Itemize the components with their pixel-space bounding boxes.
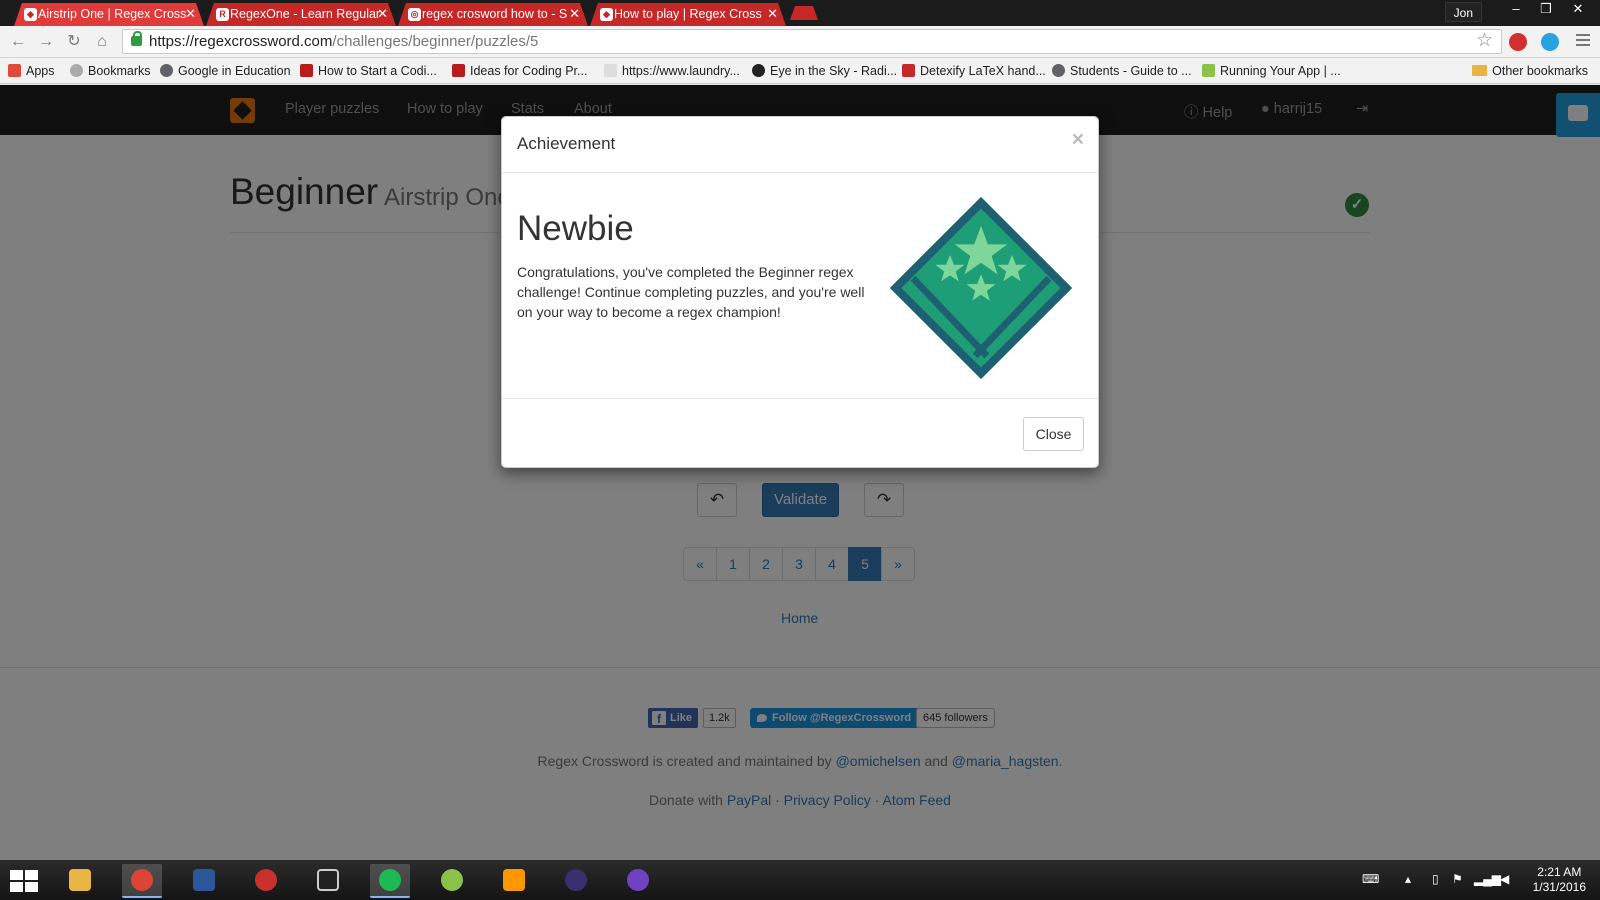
show-hidden-icons-icon[interactable]: ▴ bbox=[1405, 872, 1411, 886]
bookmark-other[interactable]: Other bookmarks bbox=[1472, 63, 1588, 79]
snipping-tool-icon[interactable] bbox=[246, 864, 286, 898]
clock-time: 2:21 AM bbox=[1537, 865, 1582, 879]
tab-title: Airstrip One | Regex Cross bbox=[38, 7, 187, 21]
wifi-signal-icon[interactable]: ▂▄▆ bbox=[1474, 872, 1501, 886]
bookmark-label: https://www.laundry... bbox=[622, 64, 740, 78]
back-icon[interactable]: ← bbox=[8, 32, 28, 52]
bookmark-label: Apps bbox=[26, 64, 55, 78]
home-icon[interactable]: ⌂ bbox=[92, 32, 112, 52]
forward-icon[interactable]: → bbox=[36, 32, 56, 52]
modal-header: Achievement × bbox=[502, 117, 1098, 173]
bookmark-eye-in-sky[interactable]: Eye in the Sky - Radi... bbox=[752, 63, 897, 79]
close-tab-icon[interactable]: ✕ bbox=[767, 3, 778, 25]
windows-start-icon[interactable] bbox=[10, 870, 38, 892]
bookmark-label: Bookmarks bbox=[88, 64, 151, 78]
lock-icon bbox=[131, 31, 142, 46]
close-tab-icon[interactable]: ✕ bbox=[377, 3, 388, 25]
file-explorer-icon[interactable] bbox=[60, 864, 100, 898]
regex-crossword-favicon: ◆ bbox=[24, 8, 37, 21]
minimize-icon[interactable]: – bbox=[1502, 0, 1530, 20]
bookmark-bookmarks[interactable]: Bookmarks bbox=[70, 63, 151, 79]
chrome-icon[interactable] bbox=[122, 864, 162, 898]
bookmark-label: How to Start a Codi... bbox=[318, 64, 437, 78]
bookmark-ideas-coding[interactable]: Ideas for Coding Pr... bbox=[452, 63, 587, 79]
bookmark-apps[interactable]: Apps bbox=[8, 63, 55, 79]
eclipse-icon[interactable] bbox=[556, 864, 596, 898]
site-icon bbox=[452, 64, 465, 77]
google-icon bbox=[1052, 64, 1065, 77]
spotify-icon[interactable] bbox=[370, 864, 410, 898]
achievement-modal: Achievement × Newbie Congratulations, yo… bbox=[501, 116, 1099, 468]
word-icon[interactable] bbox=[184, 864, 224, 898]
bookmark-label: Other bookmarks bbox=[1492, 64, 1588, 78]
address-bar[interactable]: https://regexcrossword.com/challenges/be… bbox=[122, 29, 1502, 54]
extension-icon[interactable] bbox=[1509, 33, 1527, 51]
restore-icon[interactable]: ❐ bbox=[1532, 0, 1560, 20]
site-icon bbox=[300, 64, 313, 77]
clock-date: 1/31/2016 bbox=[1532, 880, 1586, 894]
android-studio-icon[interactable] bbox=[432, 864, 472, 898]
modal-title: Achievement bbox=[517, 134, 616, 153]
terminal-icon[interactable] bbox=[308, 864, 348, 898]
browser-tab-how-to-play[interactable]: ◆ How to play | Regex Cross ✕ bbox=[590, 3, 786, 26]
tab-title: RegexOne - Learn Regular bbox=[230, 7, 381, 21]
bookmark-star-icon[interactable]: ☆ bbox=[1476, 29, 1493, 52]
site-icon bbox=[902, 64, 915, 77]
android-icon bbox=[1202, 64, 1215, 77]
system-clock[interactable]: 2:21 AM 1/31/2016 bbox=[1533, 865, 1586, 895]
bookmark-students[interactable]: Students - Guide to ... bbox=[1052, 63, 1192, 79]
close-tab-icon[interactable]: ✕ bbox=[185, 3, 196, 25]
bookmark-label: Students - Guide to ... bbox=[1070, 64, 1192, 78]
apps-grid-icon bbox=[8, 64, 21, 77]
battery-icon[interactable]: ▯ bbox=[1432, 872, 1439, 886]
bookmark-label: Eye in the Sky - Radi... bbox=[770, 64, 898, 78]
achievement-name: Newbie bbox=[517, 209, 634, 248]
modal-body: Newbie Congratulations, you've completed… bbox=[502, 173, 1098, 399]
browser-tab-search[interactable]: ◎ regex crosword how to - S ✕ bbox=[398, 3, 588, 26]
windows-taskbar: ⌨ ▴ ▯ ⚑ ▂▄▆ ◀ 2:21 AM 1/31/2016 bbox=[0, 860, 1600, 900]
achievement-description: Congratulations, you've completed the Be… bbox=[517, 264, 865, 320]
bookmark-google-education[interactable]: Google in Education bbox=[160, 63, 291, 79]
close-window-icon[interactable]: ✕ bbox=[1564, 0, 1592, 20]
new-tab-button[interactable] bbox=[790, 6, 818, 20]
search-favicon: ◎ bbox=[408, 8, 421, 21]
bookmark-label: Google in Education bbox=[178, 64, 291, 78]
bookmark-running-app[interactable]: Running Your App | ... bbox=[1202, 63, 1341, 79]
github-desktop-icon[interactable] bbox=[618, 864, 658, 898]
close-tab-icon[interactable]: ✕ bbox=[569, 3, 580, 25]
star-icon bbox=[70, 64, 83, 77]
site-icon bbox=[752, 64, 765, 77]
reload-icon[interactable]: ↻ bbox=[64, 32, 84, 52]
close-button[interactable]: Close bbox=[1023, 417, 1084, 451]
browser-tabstrip: ◆ Airstrip One | Regex Cross ✕ R RegexOn… bbox=[0, 0, 1600, 26]
menu-icon[interactable] bbox=[1576, 34, 1590, 49]
google-icon bbox=[160, 64, 173, 77]
action-center-icon[interactable]: ⚑ bbox=[1452, 872, 1463, 886]
close-icon[interactable]: × bbox=[1072, 128, 1084, 152]
volume-icon[interactable]: ◀ bbox=[1500, 872, 1509, 886]
tab-title: regex crosword how to - S bbox=[422, 7, 568, 21]
bookmark-laundry[interactable]: https://www.laundry... bbox=[604, 63, 740, 79]
bookmark-detexify[interactable]: Detexify LaTeX hand... bbox=[902, 63, 1046, 79]
bookmark-how-to-start[interactable]: How to Start a Codi... bbox=[300, 63, 437, 79]
extension-icon[interactable] bbox=[1541, 33, 1559, 51]
browser-toolbar: ← → ↻ ⌂ https://regexcrossword.com/chall… bbox=[0, 26, 1600, 58]
browser-tab-airstrip-one[interactable]: ◆ Airstrip One | Regex Cross ✕ bbox=[14, 3, 204, 26]
newbie-badge-icon bbox=[889, 196, 1073, 380]
url-path: /challenges/beginner/puzzles/5 bbox=[332, 33, 539, 50]
bookmarks-bar: Apps Bookmarks Google in Education How t… bbox=[0, 58, 1600, 84]
url-host: https://regexcrossword.com bbox=[149, 33, 333, 50]
bookmark-label: Detexify LaTeX hand... bbox=[920, 64, 1046, 78]
browser-tab-regexone[interactable]: R RegexOne - Learn Regular ✕ bbox=[206, 3, 396, 26]
regexone-favicon: R bbox=[216, 8, 229, 21]
keyboard-icon[interactable]: ⌨ bbox=[1362, 872, 1379, 886]
profile-button[interactable]: Jon bbox=[1444, 2, 1482, 22]
page-icon bbox=[604, 64, 617, 77]
folder-icon bbox=[1472, 65, 1488, 76]
bookmark-label: Running Your App | ... bbox=[1220, 64, 1341, 78]
sublime-text-icon[interactable] bbox=[494, 864, 534, 898]
regex-crossword-favicon: ◆ bbox=[600, 8, 613, 21]
tab-title: How to play | Regex Cross bbox=[614, 7, 762, 21]
bookmark-label: Ideas for Coding Pr... bbox=[470, 64, 588, 78]
